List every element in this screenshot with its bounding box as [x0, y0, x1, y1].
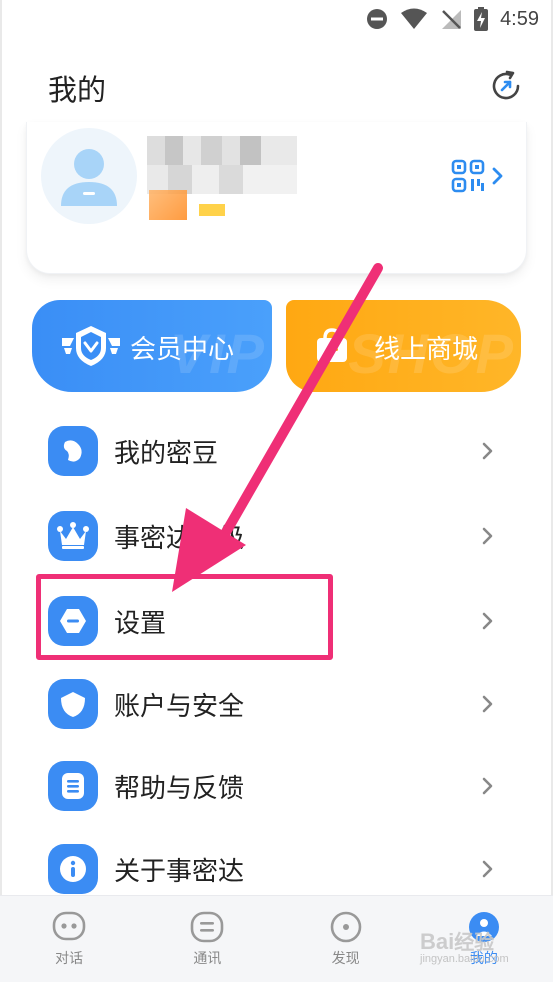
chevron-right-icon — [482, 612, 493, 630]
chevron-right-icon — [482, 695, 493, 713]
menu-label-help-feedback: 帮助与反馈 — [114, 773, 245, 804]
chevron-right-icon — [482, 777, 493, 795]
chevron-right-icon — [482, 527, 493, 545]
profile-card[interactable] — [26, 122, 527, 274]
contacts-icon — [191, 911, 224, 943]
watermark-sub: jingyan.baidu.com — [420, 953, 509, 965]
vip-center-label: 会员中心 — [130, 335, 235, 365]
menu-label-mi-dou: 我的密豆 — [114, 438, 219, 469]
user-avatar-icon — [61, 149, 117, 206]
menu-item-account-security[interactable]: 账户与安全 — [0, 664, 553, 744]
highlight-box — [36, 574, 333, 660]
nav-tab-chat[interactable]: 对话 — [0, 896, 138, 982]
username-blurred — [147, 136, 297, 194]
wifi-icon — [401, 8, 428, 29]
document-icon — [48, 761, 98, 811]
vip-center-button[interactable]: 会员中心 VIP — [32, 300, 272, 392]
crown-icon — [48, 511, 98, 561]
vip-badge — [199, 204, 225, 216]
online-shop-label: 线上商城 — [374, 335, 479, 365]
watermark-text2: 经验 — [454, 932, 495, 954]
chevron-right-icon — [492, 167, 503, 185]
menu-item-mi-dou[interactable]: 我的密豆 — [0, 411, 553, 491]
bean-icon — [48, 426, 98, 476]
menu-item-level[interactable]: 事密达等级 — [0, 496, 553, 576]
nav-label-discover: 发现 — [331, 951, 360, 967]
watermark-text: Bai — [420, 929, 455, 954]
nav-tab-contacts[interactable]: 通讯 — [138, 896, 276, 982]
no-signal-icon — [442, 10, 462, 29]
discover-icon — [330, 911, 361, 943]
info-icon — [48, 844, 98, 894]
nav-tab-discover[interactable]: 发现 — [277, 896, 415, 982]
qr-code-icon — [451, 159, 485, 193]
refresh-icon[interactable] — [488, 68, 524, 104]
do-not-disturb-icon — [367, 9, 388, 29]
status-bar: 4:59 — [0, 0, 553, 38]
status-time: 4:59 — [500, 7, 539, 30]
menu-label-account-security: 账户与安全 — [114, 691, 245, 722]
online-shop-button[interactable]: 线上商城 SHOP — [286, 300, 521, 392]
chevron-right-icon — [482, 442, 493, 460]
menu-label-about: 关于事密达 — [114, 856, 245, 887]
nav-label-chat: 对话 — [55, 951, 84, 967]
vip-shield-icon — [62, 326, 120, 366]
avatar[interactable] — [41, 128, 137, 224]
menu-label-level: 事密达等级 — [114, 523, 245, 554]
shopping-bag-icon — [317, 328, 347, 362]
qr-code-button[interactable] — [451, 158, 511, 194]
page-title: 我的 — [48, 73, 107, 107]
baidu-watermark: Bai经验 jingyan.baidu.com — [420, 926, 509, 965]
chat-icon — [52, 911, 86, 941]
level-badge — [149, 190, 187, 220]
menu-item-help-feedback[interactable]: 帮助与反馈 — [0, 746, 553, 826]
battery-charging-icon — [474, 7, 489, 31]
nav-label-contacts: 通讯 — [193, 951, 222, 967]
shield-icon — [48, 679, 98, 729]
chevron-right-icon — [482, 860, 493, 878]
